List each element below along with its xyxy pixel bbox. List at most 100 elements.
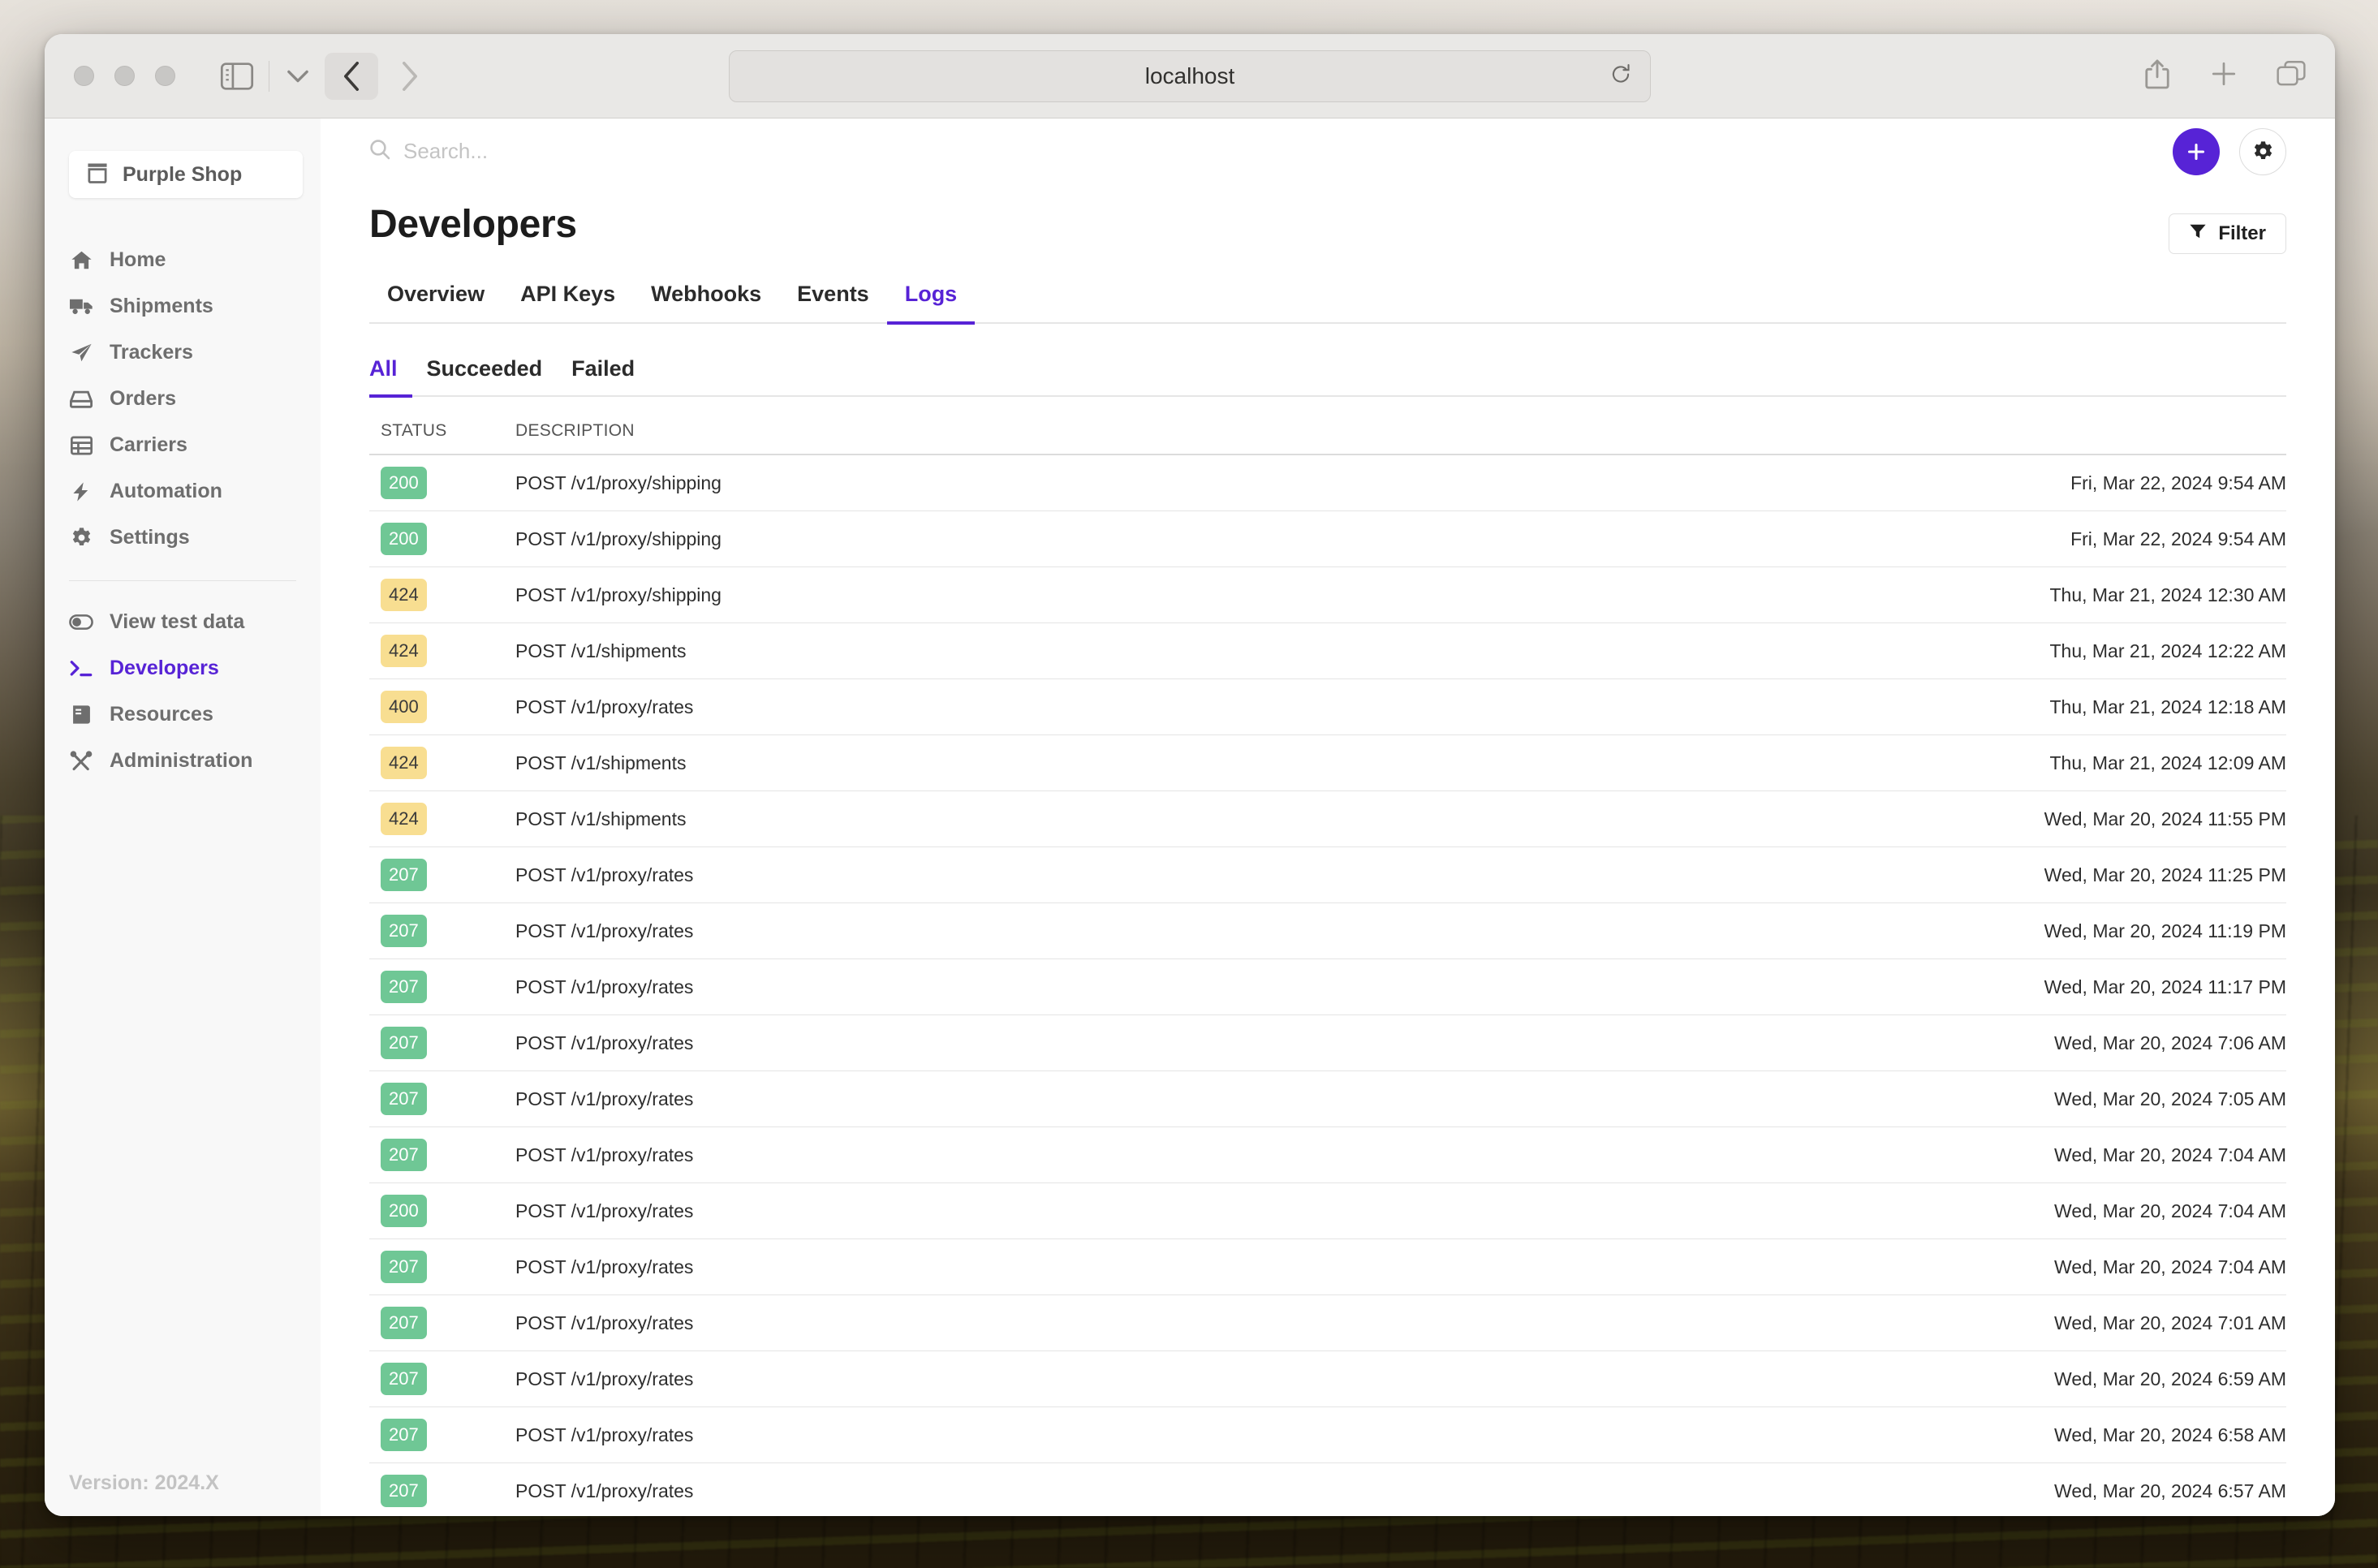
settings-button[interactable] (2239, 127, 2286, 175)
cell-description: POST /v1/proxy/rates (515, 1256, 694, 1277)
table-row[interactable]: 200 POST /v1/proxy/shipping Fri, Mar 22, 2… (369, 510, 2286, 567)
tab-logs[interactable]: Logs (886, 282, 976, 325)
table-row[interactable]: 207 POST /v1/proxy/rates Wed, Mar 20, 2024… (369, 846, 2286, 903)
tab-api-keys[interactable]: API Keys (502, 282, 633, 325)
sidebar-item-carriers[interactable]: Carriers (45, 422, 321, 468)
status-badge: 207 (381, 1307, 427, 1340)
cell-description: POST /v1/shipments (515, 640, 687, 661)
cell-date: Wed, Mar 20, 2024 11:55 PM (2044, 808, 2286, 829)
sidebar-item-label: Carriers (110, 433, 187, 456)
cell-status: 207 (369, 847, 515, 903)
table-row[interactable]: 207 POST /v1/proxy/rates Wed, Mar 20, 2024… (369, 1126, 2286, 1183)
subtab-all[interactable]: All (369, 356, 412, 398)
bolt-icon (69, 481, 93, 502)
cell-status: 207 (369, 1463, 515, 1516)
table-row[interactable]: 424 POST /v1/shipments Thu, Mar 21, 2024 1… (369, 734, 2286, 791)
cell-status: 200 (369, 454, 515, 511)
tab-overview-icon[interactable] (2277, 60, 2306, 92)
add-button[interactable] (2173, 127, 2220, 175)
forward-arrow-icon[interactable] (383, 53, 437, 100)
table-row[interactable]: 207 POST /v1/proxy/rates Wed, Mar 20, 2024… (369, 1070, 2286, 1127)
main-topbar (321, 118, 2335, 184)
sidebar-item-trackers[interactable]: Trackers (45, 330, 321, 376)
topbar-actions (2173, 127, 2286, 175)
sidebar-item-settings[interactable]: Settings (45, 515, 321, 561)
status-badge: 200 (381, 523, 427, 556)
status-badge: 207 (381, 915, 427, 948)
sidebar-version: Version: 2024.X (69, 1471, 219, 1494)
back-arrow-icon[interactable] (325, 52, 378, 100)
gear-icon (69, 527, 93, 549)
url-text: localhost (1144, 62, 1235, 88)
plus-icon[interactable] (2210, 60, 2238, 92)
maximize-window-button[interactable] (155, 66, 175, 86)
cell-date: Wed, Mar 20, 2024 11:17 PM (2044, 976, 2286, 997)
cell-date: Fri, Mar 22, 2024 9:54 AM (2070, 472, 2286, 493)
sidebar-item-home[interactable]: Home (45, 237, 321, 283)
inbox-icon (69, 390, 93, 408)
window-traffic-lights (74, 66, 175, 86)
url-bar[interactable]: localhost (729, 50, 1651, 102)
page-title: Developers (369, 203, 577, 247)
table-row[interactable]: 424 POST /v1/shipments Wed, Mar 20, 2024 1… (369, 790, 2286, 847)
cell-description: POST /v1/proxy/shipping (515, 584, 722, 605)
tab-webhooks[interactable]: Webhooks (633, 282, 779, 325)
cell-date: Wed, Mar 20, 2024 7:05 AM (2054, 1088, 2286, 1109)
sidebar-item-shipments[interactable]: Shipments (45, 283, 321, 330)
cell-status: 200 (369, 511, 515, 567)
table-row[interactable]: 424 POST /v1/proxy/shipping Thu, Mar 21, 2… (369, 566, 2286, 623)
store-icon (85, 162, 110, 187)
sidebar-item-orders[interactable]: Orders (45, 376, 321, 422)
subtab-failed[interactable]: Failed (557, 356, 649, 398)
reload-icon[interactable] (1609, 62, 1632, 89)
search-input[interactable] (403, 139, 809, 165)
sidebar-item-view-test-data[interactable]: View test data (45, 599, 321, 645)
table-row[interactable]: 207 POST /v1/proxy/rates Wed, Mar 20, 2024… (369, 1238, 2286, 1295)
sidebar-item-resources[interactable]: Resources (45, 691, 321, 738)
table-row[interactable]: 207 POST /v1/proxy/rates Wed, Mar 20, 2024… (369, 1406, 2286, 1463)
tab-overview[interactable]: Overview (369, 282, 502, 325)
status-badge: 207 (381, 1139, 427, 1172)
cell-date: Fri, Mar 22, 2024 9:54 AM (2070, 528, 2286, 549)
sidebar-toggle-icon[interactable] (220, 62, 254, 90)
cell-description: POST /v1/proxy/rates (515, 696, 694, 717)
table-row[interactable]: 207 POST /v1/proxy/rates Wed, Mar 20, 2024… (369, 902, 2286, 959)
sidebar-item-administration[interactable]: Administration (45, 738, 321, 784)
toggle-off-icon (69, 614, 93, 630)
logs-table-head: STATUS DESCRIPTION (369, 421, 2286, 454)
global-search[interactable] (369, 139, 809, 165)
table-row[interactable]: 200 POST /v1/proxy/rates Wed, Mar 20, 2024… (369, 1182, 2286, 1239)
chevron-down-icon[interactable] (287, 69, 308, 84)
minimize-window-button[interactable] (114, 66, 135, 86)
table-row[interactable]: 207 POST /v1/proxy/rates Wed, Mar 20, 2024… (369, 958, 2286, 1015)
sidebar-item-label: Settings (110, 526, 190, 549)
table-row[interactable]: 207 POST /v1/proxy/rates Wed, Mar 20, 2024… (369, 1462, 2286, 1516)
sidebar-item-automation[interactable]: Automation (45, 468, 321, 515)
shop-selector[interactable]: Purple Shop (69, 151, 303, 198)
status-badge: 207 (381, 1363, 427, 1396)
table-row[interactable]: 424 POST /v1/shipments Thu, Mar 21, 2024 1… (369, 622, 2286, 679)
close-window-button[interactable] (74, 66, 94, 86)
cell-date: Wed, Mar 20, 2024 7:01 AM (2054, 1312, 2286, 1333)
cell-status: 207 (369, 1351, 515, 1407)
table-row[interactable]: 400 POST /v1/proxy/rates Thu, Mar 21, 2024… (369, 678, 2286, 735)
terminal-icon (69, 660, 93, 678)
table-row[interactable]: 207 POST /v1/proxy/rates Wed, Mar 20, 2024… (369, 1350, 2286, 1407)
cell-status: 400 (369, 679, 515, 735)
cell-description: POST /v1/proxy/rates (515, 1312, 694, 1333)
cell-description: POST /v1/proxy/rates (515, 1200, 694, 1221)
table-row[interactable]: 207 POST /v1/proxy/rates Wed, Mar 20, 2024… (369, 1014, 2286, 1071)
table-row[interactable]: 200 POST /v1/proxy/shipping Fri, Mar 22, 2… (369, 454, 2286, 511)
cell-status: 207 (369, 1071, 515, 1127)
cell-date: Thu, Mar 21, 2024 12:09 AM (2049, 752, 2286, 773)
cell-date: Thu, Mar 21, 2024 12:30 AM (2049, 584, 2286, 605)
cell-date: Thu, Mar 21, 2024 12:22 AM (2049, 640, 2286, 661)
subtab-succeeded[interactable]: Succeeded (412, 356, 558, 398)
sidebar-item-label: Trackers (110, 341, 193, 364)
tab-events[interactable]: Events (779, 282, 887, 325)
share-icon[interactable] (2143, 58, 2171, 93)
sidebar-item-developers[interactable]: Developers (45, 645, 321, 691)
table-row[interactable]: 207 POST /v1/proxy/rates Wed, Mar 20, 2024… (369, 1294, 2286, 1351)
filter-button[interactable]: Filter (2169, 213, 2286, 255)
status-badge: 200 (381, 1195, 427, 1228)
